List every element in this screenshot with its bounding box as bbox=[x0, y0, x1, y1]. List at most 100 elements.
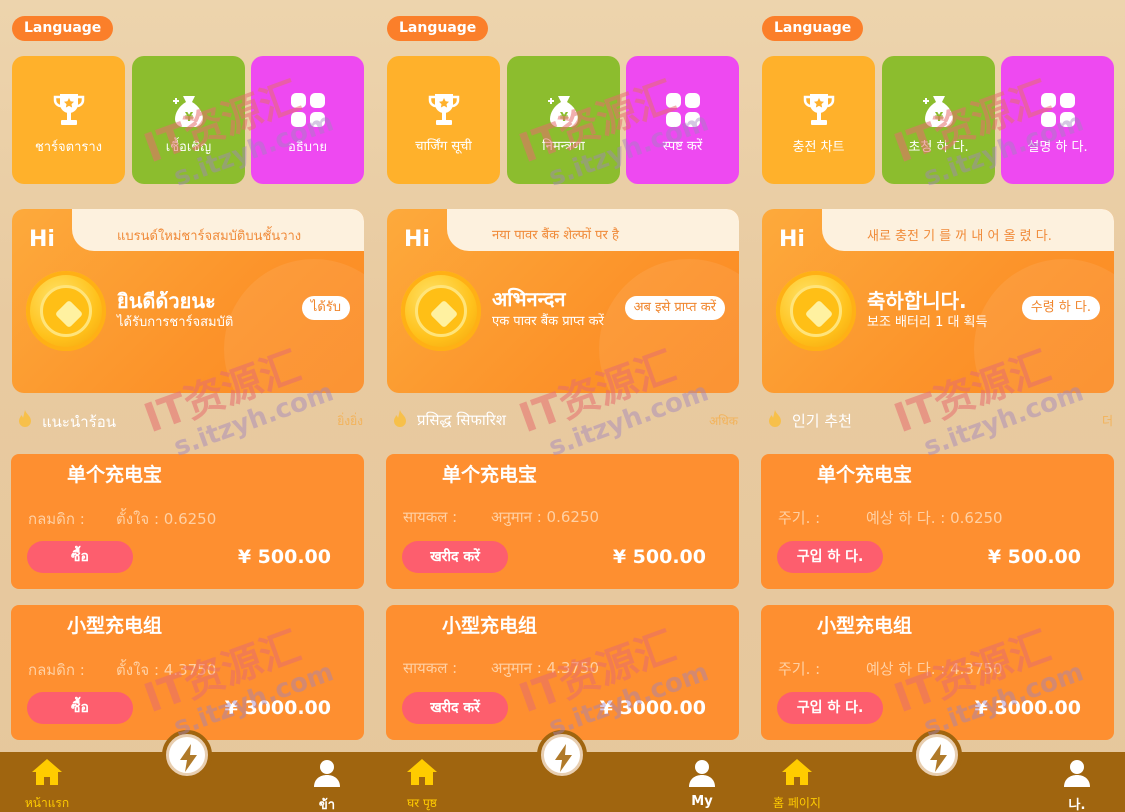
congrats-title: अभिनन्दन bbox=[492, 287, 566, 311]
nav-me[interactable]: 나. bbox=[1047, 758, 1107, 812]
tile-explain[interactable]: 설명 하 다. bbox=[1001, 56, 1114, 184]
trophy-icon bbox=[53, 94, 84, 125]
tile-explain[interactable]: อธิบาย bbox=[251, 56, 364, 184]
recommend-title: प्रसिद्ध सिफारिश bbox=[417, 411, 507, 429]
claim-button[interactable]: ได้รับ bbox=[301, 296, 350, 320]
user-icon bbox=[1064, 760, 1090, 787]
language-button[interactable]: Language bbox=[12, 16, 114, 41]
trophy-icon bbox=[803, 94, 834, 125]
nav-charge[interactable] bbox=[912, 730, 962, 780]
lightning-icon bbox=[930, 744, 947, 772]
greeting: Hi bbox=[404, 227, 430, 252]
home-icon bbox=[407, 759, 437, 785]
recommend-header: แนะนำร้อน ยิ่งยิ่ง bbox=[14, 407, 363, 431]
product-price: ¥ 3000.00 bbox=[974, 697, 1081, 719]
nav-home-label: घर पृष्ठ bbox=[407, 796, 437, 810]
language-button[interactable]: Language bbox=[387, 16, 489, 41]
product-card: 单个充电宝 주기. : 예상 하 다. : 0.6250 구입 하 다. ¥ 5… bbox=[761, 454, 1114, 589]
notice-text: 새로 충전 기 를 꺼 내 어 올 렸 다. bbox=[867, 229, 1052, 244]
more-link[interactable]: अधिक bbox=[709, 412, 738, 429]
home-icon bbox=[782, 759, 812, 785]
fire-icon bbox=[394, 410, 406, 427]
tile-charging-chart[interactable]: 충전 차트 bbox=[762, 56, 875, 184]
nav-me[interactable]: ข้า bbox=[297, 758, 357, 812]
cycle-label: सायकल : bbox=[403, 508, 458, 526]
nav-home-label: หน้าแรก bbox=[24, 796, 70, 810]
product-price: ¥ 500.00 bbox=[987, 546, 1081, 568]
decor-circle bbox=[599, 259, 739, 393]
grid-icon bbox=[1040, 93, 1075, 127]
greeting: Hi bbox=[29, 227, 55, 252]
claim-button[interactable]: 수령 하 다. bbox=[1021, 296, 1100, 320]
buy-button[interactable]: ซื้อ bbox=[27, 692, 133, 724]
cycle-label: सायकल : bbox=[403, 659, 458, 677]
nav-charge[interactable] bbox=[162, 730, 212, 780]
congrats-subtitle: एक पावर बैंक प्राप्त करें bbox=[492, 314, 604, 329]
tile-label: निमन्त्रणा bbox=[542, 139, 585, 154]
notice-text: แบรนด์ใหม่ชาร์จสมบัติบนชั้นวาง bbox=[117, 229, 302, 244]
recommend-title: 인기 추천 bbox=[792, 412, 852, 430]
tile-label: 초청 하 다. bbox=[908, 140, 969, 155]
nav-home[interactable]: घर पृष्ठ bbox=[397, 758, 447, 811]
expected-yield: अनुमान : 0.6250 bbox=[491, 508, 600, 526]
tile-invite[interactable]: ¥ เชื้อเชิญ bbox=[132, 56, 245, 184]
expected-yield: ตั้งใจ : 0.6250 bbox=[116, 510, 217, 528]
notice-text: नया पावर बैंक शेल्फों पर है bbox=[492, 228, 619, 243]
expected-yield: अनुमान : 4.3750 bbox=[491, 659, 600, 677]
congrats-title: 축하합니다. bbox=[867, 289, 967, 313]
product-name: 单个充电宝 bbox=[67, 464, 163, 486]
coin-icon bbox=[776, 271, 856, 351]
app-panel: Language 충전 차트 ¥ 초청 하 다. 설명 하 다. Hi 새로 충… bbox=[750, 0, 1125, 812]
tile-label: स्पष्ट करें bbox=[662, 139, 703, 154]
tile-invite[interactable]: ¥ निमन्त्रणा bbox=[507, 56, 620, 184]
expected-yield: 예상 하 다. : 0.6250 bbox=[866, 509, 1003, 527]
product-price: ¥ 500.00 bbox=[612, 546, 706, 568]
nav-me-label: ข้า bbox=[318, 798, 336, 812]
tile-explain[interactable]: स्पष्ट करें bbox=[626, 56, 739, 184]
fire-icon bbox=[19, 410, 31, 427]
svg-text:¥: ¥ bbox=[559, 110, 568, 124]
tile-label: 충전 차트 bbox=[792, 140, 845, 155]
product-card: 小型充电组 सायकल : अनुमान : 4.3750 खरीद करें … bbox=[386, 605, 739, 740]
buy-button[interactable]: खरीद करें bbox=[402, 541, 508, 573]
product-card: 单个充电宝 กลมดิก : ตั้งใจ : 0.6250 ซื้อ ¥ 50… bbox=[11, 454, 364, 589]
tile-charging-chart[interactable]: चार्जिंग सूची bbox=[387, 56, 500, 184]
more-link[interactable]: ยิ่งยิ่ง bbox=[337, 412, 363, 431]
money-bag-icon: ¥ bbox=[547, 96, 578, 127]
app-panel: Language चार्जिंग सूची ¥ निमन्त्रणा स्पष… bbox=[375, 0, 750, 812]
nav-me[interactable]: My bbox=[672, 758, 732, 809]
product-price: ¥ 3000.00 bbox=[599, 697, 706, 719]
nav-me-label: My bbox=[691, 794, 713, 809]
product-card: 小型充电组 주기. : 예상 하 다. : 4.3750 구입 하 다. ¥ 3… bbox=[761, 605, 1114, 740]
lightning-icon bbox=[555, 744, 572, 772]
buy-button[interactable]: ซื้อ bbox=[27, 541, 133, 573]
language-button[interactable]: Language bbox=[762, 16, 864, 41]
product-name: 单个充电宝 bbox=[817, 464, 913, 486]
decor-circle bbox=[224, 259, 364, 393]
congrats-subtitle: ได้รับการชาร์จสมบัติ bbox=[117, 315, 234, 330]
tile-label: อธิบาย bbox=[288, 140, 327, 155]
expected-yield: ตั้งใจ : 4.3750 bbox=[116, 661, 217, 679]
product-name: 小型充电组 bbox=[442, 615, 538, 637]
product-name: 小型充电组 bbox=[817, 615, 913, 637]
nav-home[interactable]: 홈 페이지 bbox=[772, 758, 822, 811]
nav-home[interactable]: หน้าแรก bbox=[22, 758, 72, 812]
user-icon bbox=[689, 760, 715, 787]
buy-button[interactable]: 구입 하 다. bbox=[777, 541, 883, 573]
claim-button[interactable]: अब इसे प्राप्त करें bbox=[624, 296, 725, 320]
more-link[interactable]: 더 bbox=[1102, 412, 1113, 429]
tile-charging-chart[interactable]: ชาร์จตาราง bbox=[12, 56, 125, 184]
nav-charge[interactable] bbox=[537, 730, 587, 780]
recommend-title: แนะนำร้อน bbox=[42, 413, 116, 431]
product-name: 小型充电组 bbox=[67, 615, 163, 637]
tile-invite[interactable]: ¥ 초청 하 다. bbox=[882, 56, 995, 184]
cycle-label: 주기. : bbox=[778, 509, 821, 527]
expected-yield: 예상 하 다. : 4.3750 bbox=[866, 660, 1003, 678]
app-panel: Language ชาร์จตาราง ¥ เชื้อเชิญ อธิบาย H… bbox=[0, 0, 375, 812]
recommend-header: 인기 추천 더 bbox=[764, 407, 1113, 431]
nav-me-label: 나. bbox=[1068, 798, 1086, 812]
buy-button[interactable]: खरीद करें bbox=[402, 692, 508, 724]
grid-icon bbox=[290, 93, 325, 127]
cycle-label: กลมดิก : bbox=[28, 661, 85, 679]
buy-button[interactable]: 구입 하 다. bbox=[777, 692, 883, 724]
